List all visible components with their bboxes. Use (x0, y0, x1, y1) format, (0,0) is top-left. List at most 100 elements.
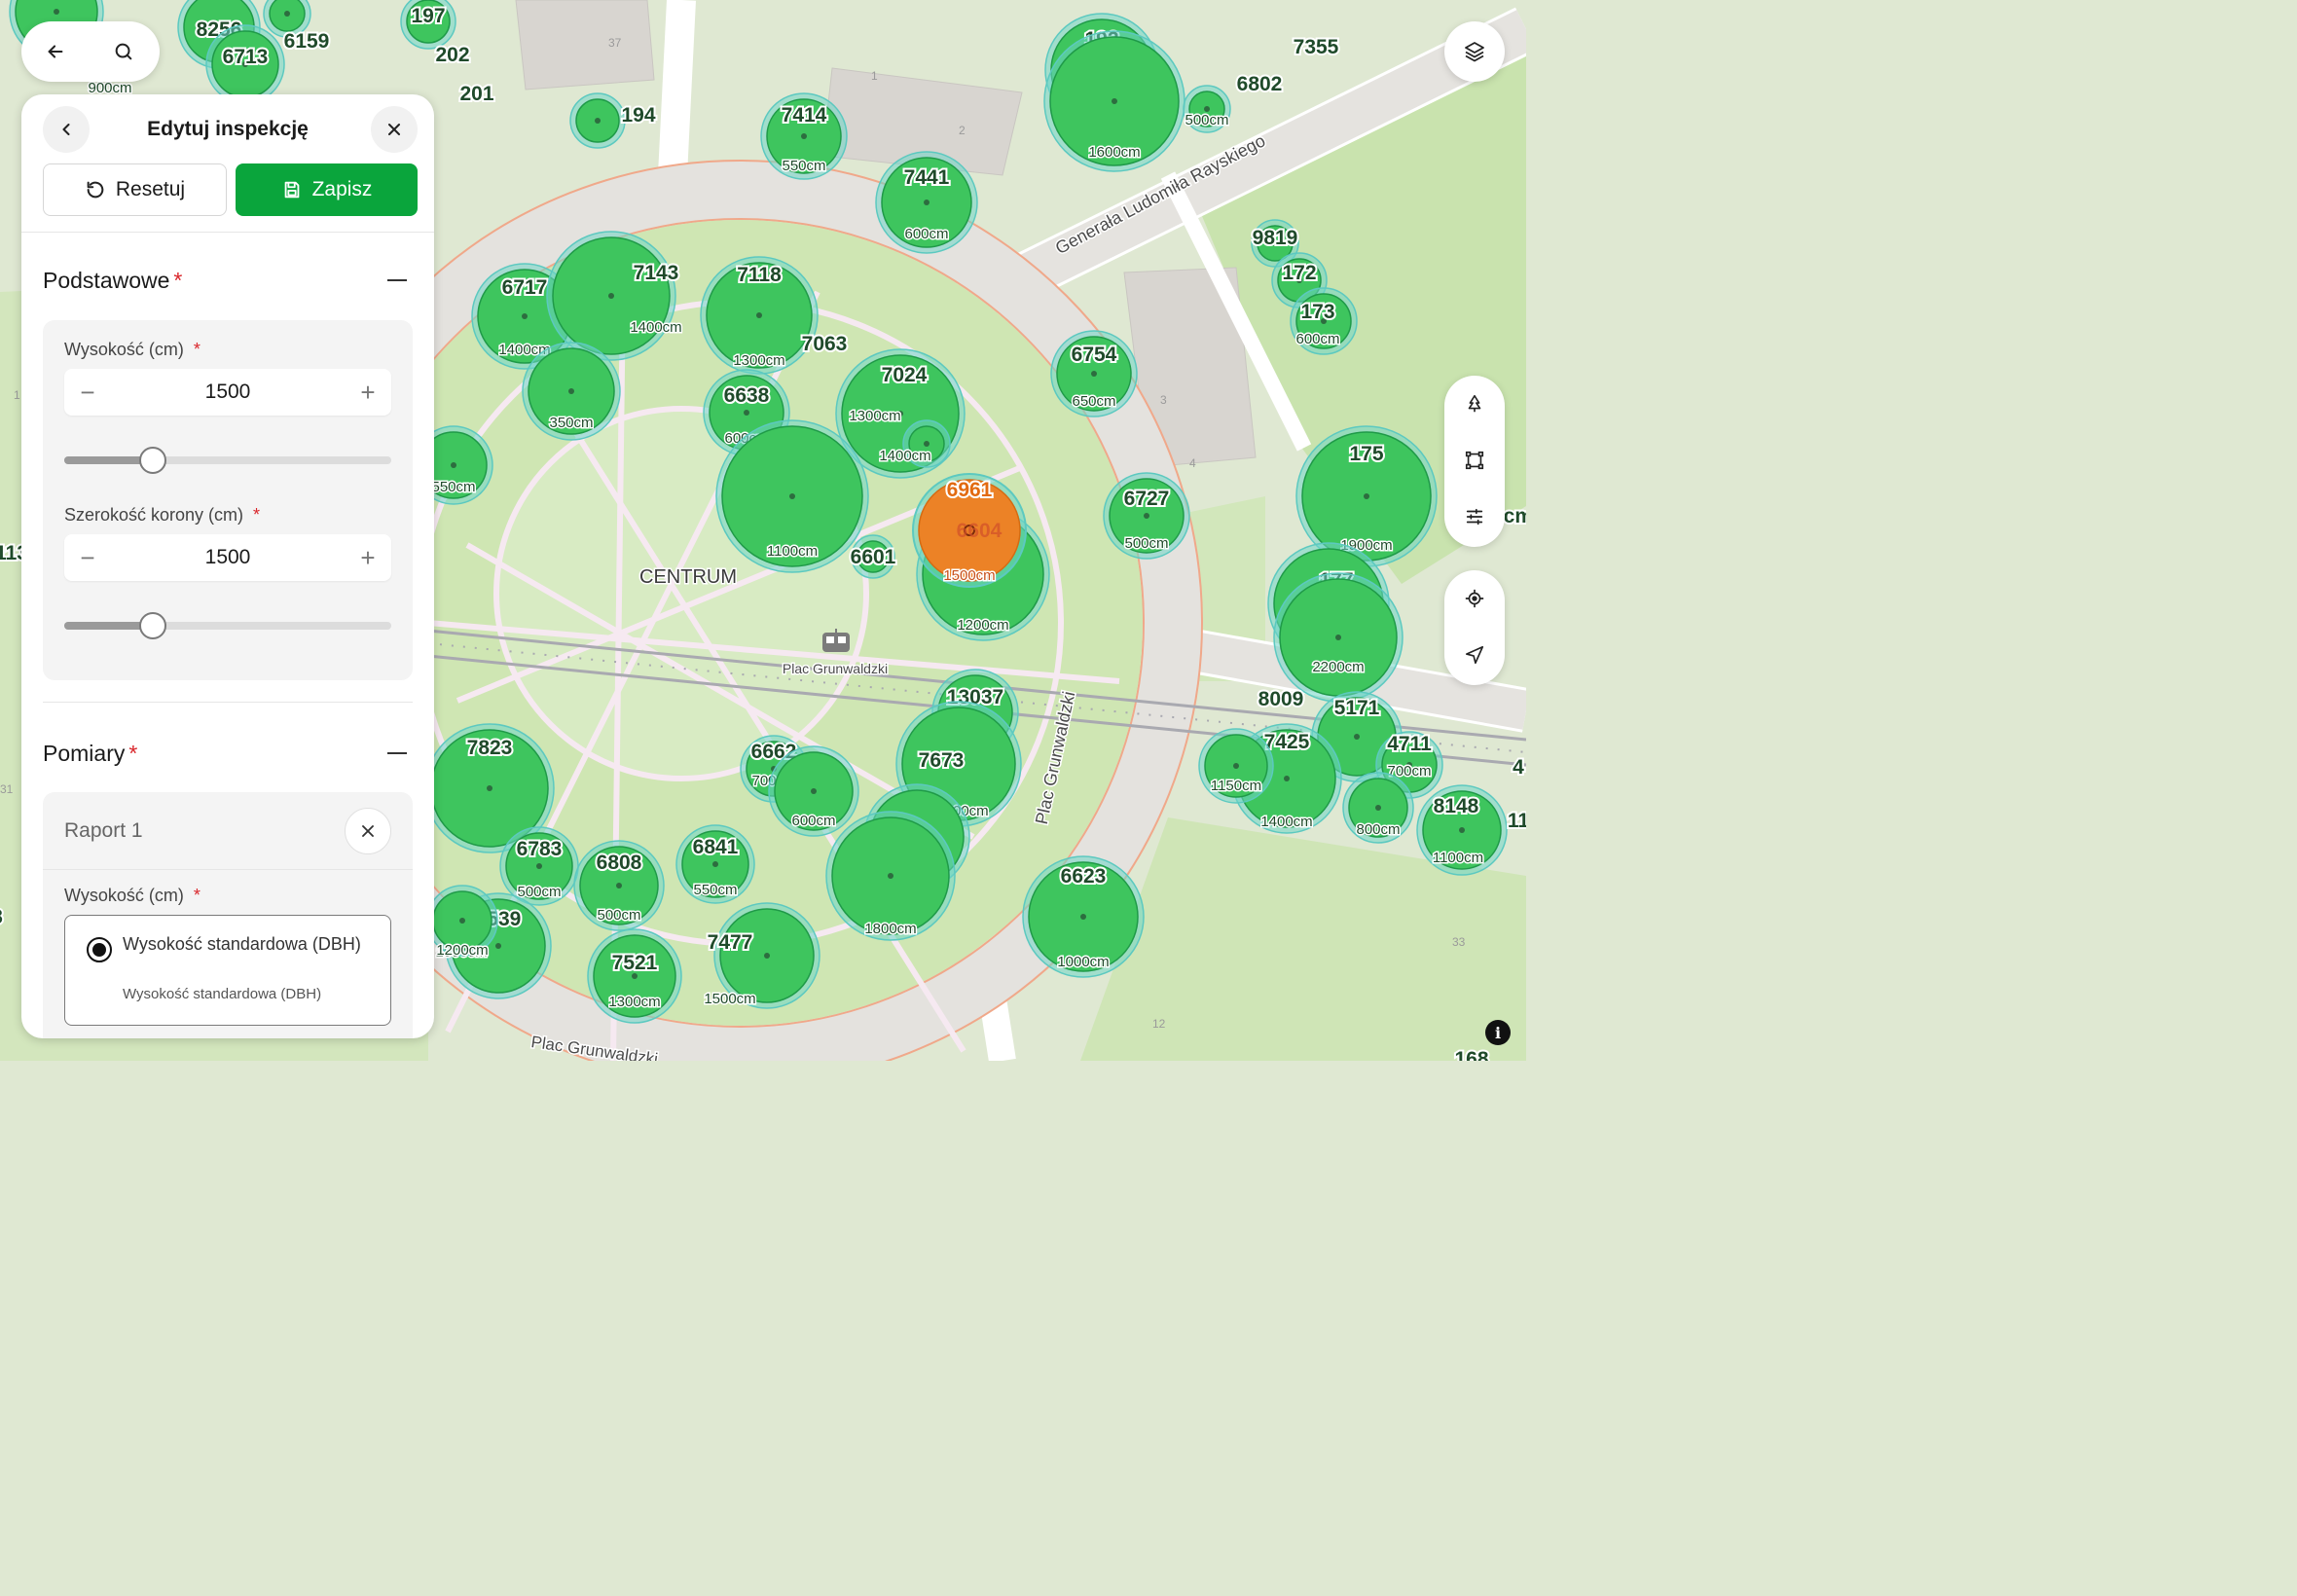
tree-marker[interactable]: 600cm (768, 745, 859, 837)
tree-marker[interactable]: 6754 650cm (1050, 330, 1138, 417)
tree-size-label: 1300cm (733, 352, 784, 369)
tree-trunk-dot (888, 873, 893, 879)
reset-icon (87, 181, 104, 199)
navigate-button[interactable] (1444, 627, 1505, 683)
tree-id-label: 197 (411, 5, 445, 27)
tree-marker[interactable]: 500cm (1184, 111, 1230, 130)
tree-marker[interactable]: 7355 (1292, 34, 1341, 60)
tree-marker[interactable]: 173 600cm (1290, 287, 1358, 355)
tree-trunk-dot (1354, 734, 1360, 740)
save-icon (284, 181, 299, 199)
parcel-number: 3 (1160, 393, 1167, 407)
selected-tree-marker[interactable]: 6961 6604 1500cm (912, 473, 1027, 588)
tree-marker[interactable]: 201 (457, 81, 495, 107)
panel-close-button[interactable] (371, 106, 418, 153)
tree-marker[interactable]: 7521 1300cm (587, 928, 682, 1024)
tree-id-label: 7118 (737, 264, 782, 286)
tree-id-label: 168 (1454, 1048, 1488, 1061)
crown-value[interactable]: 1500 (111, 546, 345, 569)
tree-size-label: 500cm (1124, 535, 1168, 552)
height-value[interactable]: 1500 (111, 381, 345, 404)
height-slider[interactable] (64, 447, 391, 474)
tree-id-label: 175 (1349, 443, 1383, 465)
report-height-label: Wysokość (cm) * (64, 886, 201, 906)
selected-tree-id-label: 6961 (947, 479, 993, 501)
save-button[interactable]: Zapisz (236, 163, 418, 216)
locate-me-button[interactable] (1444, 570, 1505, 627)
height-decrement-button[interactable]: − (64, 369, 111, 416)
tree-marker[interactable]: 7414 550cm (760, 92, 848, 180)
tree-marker[interactable]: 4 (1511, 754, 1526, 780)
map-info-button[interactable]: i (1485, 1020, 1511, 1045)
tree-id-label: 6623 (1061, 865, 1107, 888)
tree-size-label: 1150cm (1211, 778, 1261, 794)
tree-size-label: 600cm (1295, 331, 1339, 347)
tree-size-label: 550cm (693, 882, 737, 898)
tree-id-label: 4 (1513, 756, 1524, 779)
height-slider-thumb[interactable] (138, 447, 166, 474)
select-area-button[interactable] (1444, 432, 1505, 489)
tree-id-label: 6717 (502, 276, 548, 299)
parcel-number: 37 (608, 36, 622, 50)
tree-id-label: 7414 (782, 104, 827, 127)
tree-marker[interactable]: 6713 (205, 24, 285, 104)
tree-marker[interactable]: 6808 500cm (573, 840, 665, 931)
tree-trunk-dot (811, 788, 817, 794)
tree-marker[interactable]: 202 (433, 42, 471, 68)
tree-id-label: 6601 (851, 546, 896, 568)
collapse-measure-button[interactable] (387, 752, 407, 754)
tree-marker[interactable]: 1800cm (825, 811, 956, 941)
height-option-description: Wysokość standardowa (DBH) (123, 986, 322, 1002)
tree-marker[interactable]: 1100cm (715, 419, 869, 573)
tree-marker[interactable]: 7441 600cm (875, 151, 978, 254)
tree-marker[interactable]: 1150cm (1198, 728, 1274, 804)
remove-report-button[interactable] (345, 808, 391, 854)
tree-size-label: 1400cm (1260, 814, 1312, 830)
parcel-number: 31 (0, 782, 14, 796)
reset-button[interactable]: Resetuj (43, 163, 227, 216)
tree-id-label: 6638 (724, 384, 770, 407)
tree-marker[interactable]: 7118 1300cm (700, 256, 819, 375)
layers-button[interactable] (1444, 21, 1505, 82)
tree-size-label: 1600cm (1088, 144, 1140, 161)
tree-trunk-dot (756, 312, 762, 318)
divider (21, 232, 434, 233)
tree-marker[interactable]: 7063 (800, 331, 850, 357)
search-button[interactable] (90, 21, 158, 82)
tree-marker[interactable]: 6841 550cm (675, 824, 755, 904)
save-label: Zapisz (311, 178, 373, 200)
crown-slider-thumb[interactable] (138, 612, 166, 639)
tree-marker[interactable]: 11 (1506, 808, 1526, 834)
crown-slider[interactable] (64, 612, 391, 639)
back-button[interactable] (21, 21, 90, 82)
height-increment-button[interactable]: + (345, 369, 391, 416)
tree-trunk-dot (284, 11, 290, 17)
tree-marker[interactable]: 8009 (1257, 686, 1306, 712)
tree-marker[interactable]: 197 (400, 0, 456, 50)
tree-marker[interactable]: 6623 1000cm (1022, 855, 1145, 978)
tree-marker[interactable]: 168 (1452, 1046, 1490, 1061)
tree-marker[interactable]: 350cm (522, 342, 621, 441)
tree-marker[interactable]: 8148 1100cm (1416, 784, 1508, 876)
divider (43, 702, 413, 703)
filters-button[interactable] (1444, 489, 1505, 545)
tree-marker[interactable]: 6727 500cm (1103, 472, 1190, 560)
tree-marker[interactable]: 1600cm (1043, 30, 1185, 172)
crown-decrement-button[interactable]: − (64, 534, 111, 581)
tree-marker[interactable]: 8 (0, 904, 5, 930)
layers-icon (1465, 42, 1484, 62)
tree-marker[interactable]: 6601 (849, 534, 898, 579)
tree-marker[interactable]: 1200cm (426, 885, 498, 961)
tree-size-label: 1100cm (767, 543, 818, 560)
tree-marker[interactable]: 800cm (1342, 772, 1414, 844)
tree-trunk-dot (1375, 805, 1381, 811)
tree-id-label: 4711 (1387, 733, 1432, 755)
tree-marker[interactable]: 2200cm (1273, 572, 1404, 703)
radio-selected[interactable] (87, 937, 112, 962)
height-option-dbh[interactable]: Wysokość standardowa (DBH) Wysokość stan… (64, 915, 391, 1026)
crown-increment-button[interactable]: + (345, 534, 391, 581)
tree-marker[interactable]: 6783 500cm (499, 826, 579, 906)
tree-tool-button[interactable] (1444, 376, 1505, 432)
collapse-basic-button[interactable] (387, 279, 407, 281)
search-icon (115, 43, 132, 60)
